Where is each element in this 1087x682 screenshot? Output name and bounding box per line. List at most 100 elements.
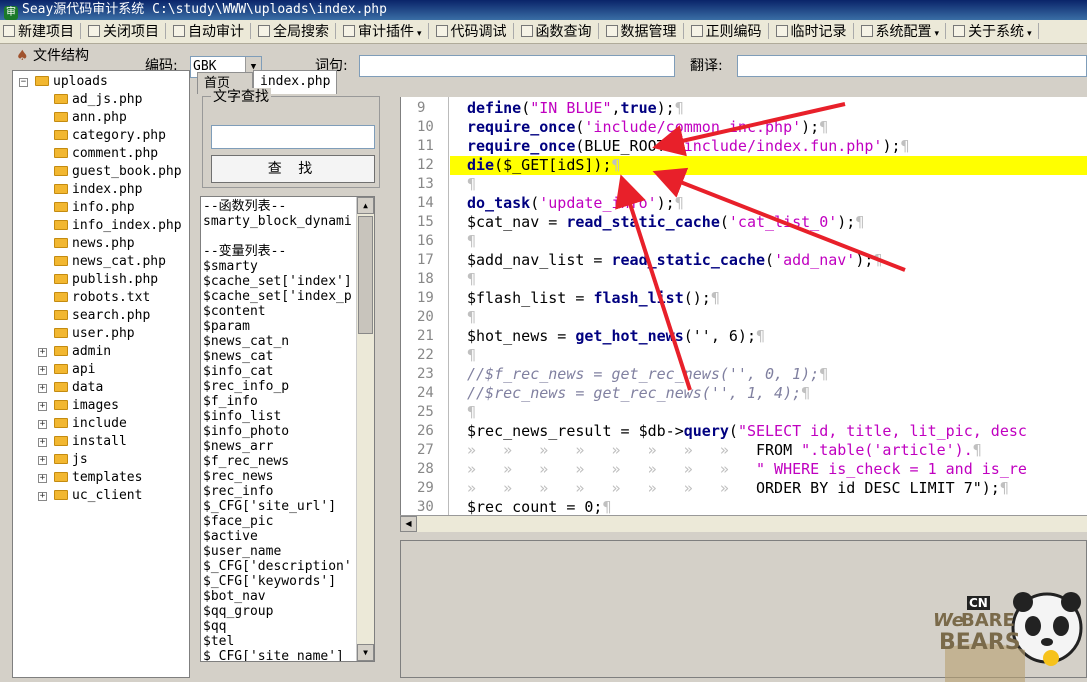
tree-file[interactable]: index.php [54, 181, 142, 199]
symbol-item[interactable]: $news_cat_n [203, 334, 289, 349]
code-line[interactable]: » » » » » » » » " WHERE is_check = 1 and… [467, 460, 1027, 479]
code-line[interactable]: $add_nav_list = read_static_cache('add_n… [467, 251, 882, 270]
symbol-item[interactable]: $_CFG['site_name'] [203, 649, 344, 661]
symbol-item[interactable]: $active [203, 529, 258, 544]
expand-icon[interactable]: + [38, 420, 47, 429]
tree-folder[interactable]: admin [54, 343, 111, 361]
symbol-item[interactable]: $info_list [203, 409, 281, 424]
code-line[interactable]: ¶ [467, 403, 476, 422]
menu-item-global-search[interactable]: 全局搜索 [255, 20, 340, 43]
code-line[interactable]: require_once(BLUE_ROOT.'include/index.fu… [467, 137, 910, 156]
scroll-thumb[interactable] [358, 216, 373, 334]
symbol-item[interactable]: --函数列表-- [203, 199, 286, 214]
tree-folder[interactable]: install [54, 433, 127, 451]
tree-file[interactable]: ann.php [54, 109, 127, 127]
symbol-item[interactable]: $rec_info_p [203, 379, 289, 394]
menu-item-debug[interactable]: 代码调试 [433, 20, 518, 43]
menu-item-plugin[interactable]: 审计插件 ▾ [340, 20, 433, 43]
tree-folder[interactable]: include [54, 415, 127, 433]
code-editor[interactable]: 9 10 11 12 13 14 15 16 17 18 19 20 21 22 23 24 25 26 27 28 2… [400, 97, 1087, 515]
symbol-item[interactable]: $qq [203, 619, 226, 634]
menu-item-data-manage[interactable]: 数据管理 [603, 20, 688, 43]
symbol-item[interactable]: $user_name [203, 544, 281, 559]
symbol-item[interactable]: smarty_block_dynami [203, 214, 352, 229]
symbol-item[interactable]: $cache_set['index'] [203, 274, 352, 289]
tree-file[interactable]: comment.php [54, 145, 158, 163]
collapse-icon[interactable]: − [19, 78, 28, 87]
tree-file[interactable]: search.php [54, 307, 150, 325]
tree-file[interactable]: user.php [54, 325, 135, 343]
code-line[interactable]: $flash_list = flash_list();¶ [467, 289, 720, 308]
expand-icon[interactable]: + [38, 384, 47, 393]
code-line[interactable]: ¶ [467, 175, 476, 194]
menu-item-settings[interactable]: 系统配置 ▾ [858, 20, 951, 43]
expand-icon[interactable]: + [38, 474, 47, 483]
code-line[interactable]: $hot_news = get_hot_news('', 6);¶ [467, 327, 765, 346]
symbol-item[interactable]: $_CFG['description' [203, 559, 352, 574]
symbol-item[interactable]: $tel [203, 634, 234, 649]
expand-icon[interactable]: + [38, 438, 47, 447]
code-line[interactable]: $rec_news_result = $db->query("SELECT id… [467, 422, 1027, 441]
editor-hscrollbar[interactable]: ◀ [400, 515, 1087, 532]
symbol-item[interactable]: $rec_info [203, 484, 273, 499]
symbol-item[interactable]: $f_rec_news [203, 454, 289, 469]
symbol-item[interactable]: $content [203, 304, 266, 319]
code-line[interactable]: $cat_nav = read_static_cache('cat_list_0… [467, 213, 864, 232]
symbol-item[interactable]: $cache_set['index_p [203, 289, 352, 304]
code-line[interactable]: //$f_rec_news = get_rec_news('', 0, 1);¶ [467, 365, 828, 384]
expand-icon[interactable]: + [38, 456, 47, 465]
scroll-down-icon[interactable]: ▼ [357, 644, 374, 661]
tree-folder[interactable]: data [54, 379, 103, 397]
symbol-list-scrollbar[interactable]: ▲ ▼ [356, 197, 374, 661]
symbol-item[interactable]: $news_cat [203, 349, 273, 364]
tree-file[interactable]: info_index.php [54, 217, 182, 235]
menu-item-regex-encode[interactable]: 正则编码 [688, 20, 773, 43]
menu-item-function-query[interactable]: 函数查询 [518, 20, 603, 43]
tree-folder[interactable]: uc_client [54, 487, 142, 505]
tree-file[interactable]: news_cat.php [54, 253, 166, 271]
menu-item-close-project[interactable]: 关闭项目 [85, 20, 170, 43]
symbol-item[interactable]: --变量列表-- [203, 244, 286, 259]
find-button[interactable]: 查 找 [211, 155, 375, 183]
symbol-item[interactable]: $f_info [203, 394, 258, 409]
phrase-input[interactable] [359, 55, 675, 77]
tree-file[interactable]: info.php [54, 199, 135, 217]
code-line[interactable]: ¶ [467, 270, 476, 289]
symbol-item[interactable]: $rec_news [203, 469, 273, 484]
expand-icon[interactable]: + [38, 366, 47, 375]
tree-file[interactable]: category.php [54, 127, 166, 145]
tree-folder[interactable]: js [54, 451, 88, 469]
symbol-item[interactable]: $qq_group [203, 604, 273, 619]
expand-icon[interactable]: + [38, 348, 47, 357]
code-line[interactable]: //$rec_news = get_rec_news('', 1, 4);¶ [467, 384, 810, 403]
symbol-item[interactable]: $bot_nav [203, 589, 266, 604]
symbol-item[interactable]: $_CFG['site_url'] [203, 499, 336, 514]
symbol-item[interactable]: $_CFG['keywords'] [203, 574, 336, 589]
menu-item-new-project[interactable]: 新建项目 [0, 20, 85, 43]
code-line[interactable]: die($_GET[idS]);¶ [467, 156, 621, 175]
tree-folder[interactable]: uploads [35, 73, 108, 91]
tree-file[interactable]: news.php [54, 235, 135, 253]
symbol-item[interactable]: $info_cat [203, 364, 273, 379]
tree-folder[interactable]: templates [54, 469, 142, 487]
code-line[interactable]: require_once('include/common.inc.php');¶ [467, 118, 828, 137]
scroll-left-icon[interactable]: ◀ [400, 516, 417, 532]
translate-input[interactable] [737, 55, 1087, 77]
find-input[interactable] [211, 125, 375, 149]
expand-icon[interactable]: + [38, 402, 47, 411]
scroll-up-icon[interactable]: ▲ [357, 197, 374, 214]
tree-folder[interactable]: images [54, 397, 119, 415]
tree-file[interactable]: robots.txt [54, 289, 150, 307]
symbol-item[interactable]: $smarty [203, 259, 258, 274]
code-line[interactable]: » » » » » » » » ORDER BY id DESC LIMIT 7… [467, 479, 1009, 498]
code-line[interactable]: ¶ [467, 308, 476, 327]
code-line[interactable]: do_task('update_info');¶ [467, 194, 684, 213]
symbol-item[interactable]: $info_photo [203, 424, 289, 439]
symbol-item[interactable]: $param [203, 319, 250, 334]
code-line[interactable]: ¶ [467, 232, 476, 251]
code-line[interactable]: ¶ [467, 346, 476, 365]
code-line[interactable]: define("IN BLUE",true);¶ [467, 99, 684, 118]
tree-file[interactable]: publish.php [54, 271, 158, 289]
symbol-list[interactable]: --函数列表-- smarty_block_dynami --变量列表-- $smar… [200, 196, 375, 662]
tree-folder[interactable]: api [54, 361, 95, 379]
